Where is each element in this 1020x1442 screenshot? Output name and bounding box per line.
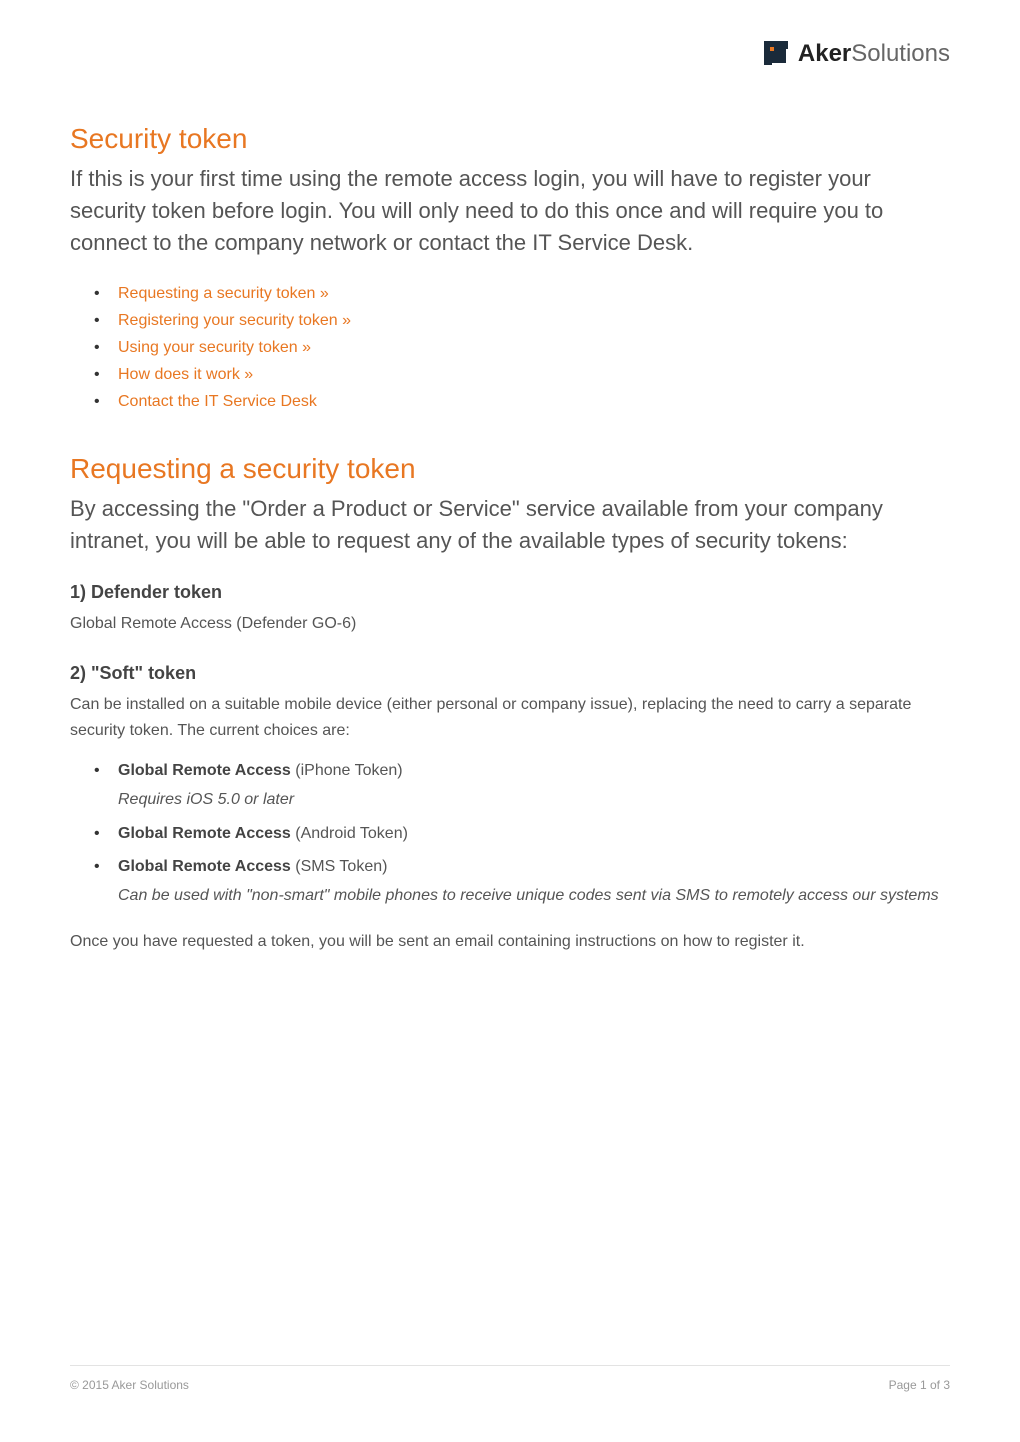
- toc-item: How does it work »: [118, 366, 950, 384]
- requesting-token-intro: By accessing the "Order a Product or Ser…: [70, 493, 950, 557]
- soft-token-options: Global Remote Access (iPhone Token) Requ…: [70, 757, 950, 909]
- option-sms-note: Can be used with "non-smart" mobile phon…: [118, 882, 950, 909]
- footer-page-number: Page 1 of 3: [889, 1378, 950, 1392]
- option-sms-bold: Global Remote Access: [118, 858, 291, 875]
- toc-link-list: Requesting a security token » Registerin…: [70, 285, 950, 411]
- defender-token-heading: 1) Defender token: [70, 582, 950, 603]
- link-how-it-works[interactable]: How does it work »: [118, 366, 253, 383]
- defender-token-body: Global Remote Access (Defender GO-6): [70, 611, 950, 637]
- list-item: Global Remote Access (Android Token): [118, 820, 950, 847]
- option-iphone-bold: Global Remote Access: [118, 762, 291, 779]
- option-android-rest: (Android Token): [291, 825, 408, 842]
- requesting-token-heading: Requesting a security token: [70, 453, 950, 485]
- footer-copyright: © 2015 Aker Solutions: [70, 1378, 189, 1392]
- link-contact-service-desk[interactable]: Contact the IT Service Desk: [118, 393, 317, 410]
- toc-item: Using your security token »: [118, 339, 950, 357]
- logo-text: AkerSolutions: [798, 40, 950, 68]
- logo-mark-icon: [764, 41, 790, 67]
- page-footer: © 2015 Aker Solutions Page 1 of 3: [70, 1365, 950, 1392]
- option-iphone-note: Requires iOS 5.0 or later: [118, 786, 950, 813]
- option-iphone-rest: (iPhone Token): [291, 762, 403, 779]
- toc-item: Contact the IT Service Desk: [118, 393, 950, 411]
- soft-token-body: Can be installed on a suitable mobile de…: [70, 692, 950, 743]
- security-token-heading: Security token: [70, 123, 950, 155]
- link-registering-token[interactable]: Registering your security token »: [118, 312, 351, 329]
- link-using-token[interactable]: Using your security token »: [118, 339, 311, 356]
- option-android-bold: Global Remote Access: [118, 825, 291, 842]
- security-token-intro: If this is your first time using the rem…: [70, 163, 950, 259]
- link-requesting-token[interactable]: Requesting a security token »: [118, 285, 329, 302]
- toc-item: Requesting a security token »: [118, 285, 950, 303]
- logo-container: AkerSolutions: [70, 40, 950, 68]
- list-item: Global Remote Access (iPhone Token) Requ…: [118, 757, 950, 813]
- logo-brand-light: Solutions: [851, 40, 950, 67]
- toc-item: Registering your security token »: [118, 312, 950, 330]
- list-item: Global Remote Access (SMS Token) Can be …: [118, 853, 950, 909]
- closing-paragraph: Once you have requested a token, you wil…: [70, 929, 950, 955]
- option-sms-rest: (SMS Token): [291, 858, 388, 875]
- soft-token-heading: 2) "Soft" token: [70, 663, 950, 684]
- document-page: AkerSolutions Security token If this is …: [0, 0, 1020, 1035]
- logo-brand-bold: Aker: [798, 40, 851, 67]
